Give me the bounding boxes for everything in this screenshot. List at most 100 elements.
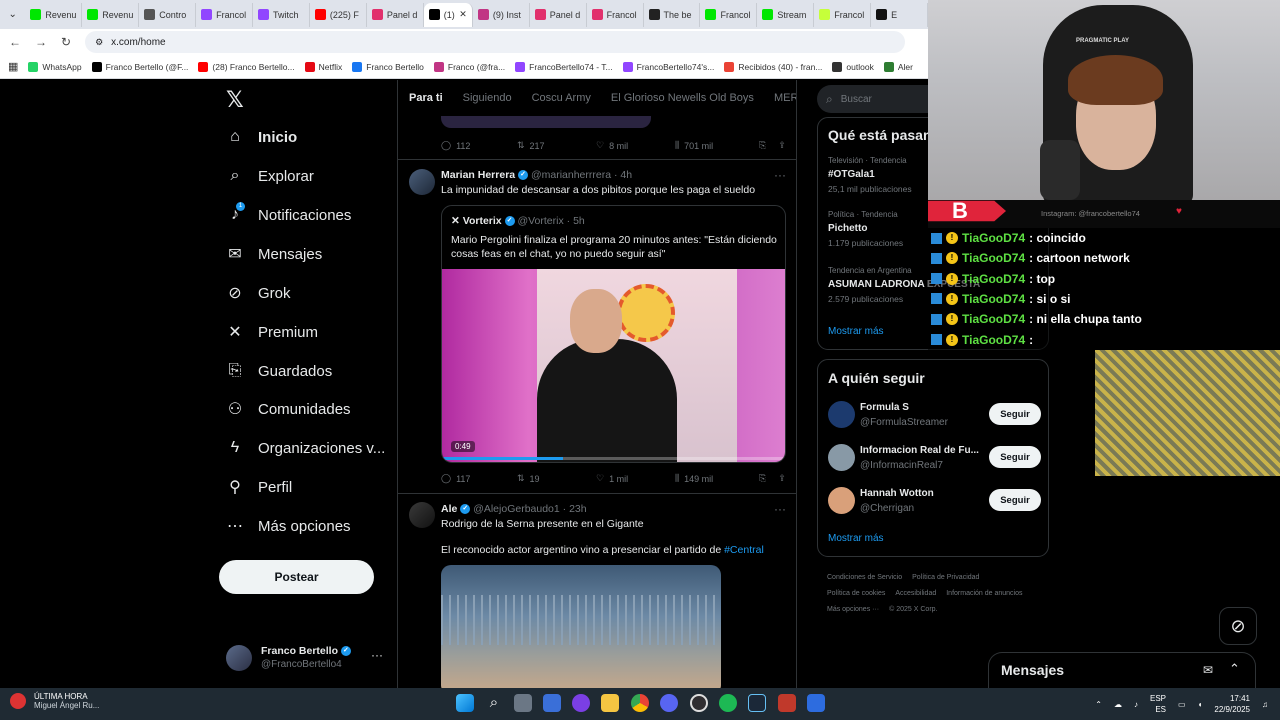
browser-tab[interactable]: Panel d (367, 2, 424, 27)
nav-item-inicio[interactable]: ⌂ Inicio (226, 128, 297, 146)
browser-tab[interactable]: Revenu (82, 2, 140, 27)
footer-link[interactable]: Condiciones de Servicio (827, 570, 902, 586)
network-icon[interactable]: ☁ (1114, 700, 1122, 709)
follow-suggestion[interactable]: Formula S @FormulaStreamer Seguir (828, 397, 1041, 433)
file-explorer-icon[interactable] (601, 694, 619, 712)
new-message-icon[interactable]: ✉ (1203, 663, 1213, 677)
site-info-icon[interactable]: ⚙ (95, 37, 103, 48)
more-icon[interactable]: ··· (371, 648, 383, 662)
bookmark-item[interactable]: Franco (@fra... (433, 61, 505, 72)
bookmark-item[interactable]: FrancoBertello74's... (622, 61, 714, 72)
app2-icon[interactable] (807, 694, 825, 712)
browser-tab[interactable]: Twitch (253, 2, 310, 27)
tweet-author[interactable]: Marian Herrera ✓ @marianherrrera · 4h (441, 169, 632, 181)
hashtag-link[interactable]: #Central (724, 544, 764, 556)
timeline-tab[interactable]: El Glorioso Newells Old Boys (611, 92, 754, 104)
obs-icon[interactable] (690, 694, 708, 712)
tab-search-chevron-icon[interactable]: ⌄ (0, 9, 25, 20)
trend-name[interactable]: #OTGala1 (828, 169, 875, 180)
views-button[interactable]: ⫼ 149 mil (675, 473, 759, 484)
bookmark-item[interactable]: Recibidos (40) - fran... (724, 61, 822, 72)
nav-item-comunidades[interactable]: ⚇ Comunidades (226, 400, 351, 419)
apps-grid-icon[interactable]: ▦ (8, 60, 18, 73)
language-indicator[interactable]: ESP ES (1150, 693, 1166, 715)
follow-suggestion[interactable]: Informacion Real de Fu... @InformacinReal… (828, 440, 1041, 476)
share-icon[interactable]: ⇪ (778, 473, 786, 484)
browser-tab[interactable]: (1) ✕ (423, 2, 473, 27)
footer-link[interactable]: Accesibilidad (895, 586, 936, 602)
collapse-icon[interactable]: ⌃ (1229, 661, 1240, 677)
trend-name[interactable]: Pichetto (828, 223, 867, 234)
tweet[interactable]: Ale ✓ @AlejoGerbaudo1 · 23h ··· Rodrigo … (398, 494, 796, 688)
nav-item-organizaciones-v[interactable]: ϟ Organizaciones v... (226, 439, 386, 457)
browser-tab[interactable]: Francol (700, 2, 758, 27)
like-button[interactable]: ♡ 8 mil (596, 140, 675, 151)
footer-link[interactable]: Información de anuncios (946, 586, 1022, 602)
bookmark-icon[interactable]: ⎘ (759, 140, 766, 151)
footer-link[interactable]: Política de cookies (827, 586, 885, 602)
x-logo-icon[interactable]: 𝕏 (226, 88, 244, 113)
back-icon[interactable]: ← (9, 35, 21, 49)
forward-icon[interactable]: → (35, 35, 47, 49)
search-icon[interactable]: ⌕ (485, 694, 503, 712)
follow-suggestion[interactable]: Hannah Wotton @Cherrigan Seguir (828, 483, 1041, 519)
browser-tab[interactable]: (9) Inst (473, 2, 530, 27)
follow-button[interactable]: Seguir (989, 446, 1041, 468)
footer-link[interactable]: Más opciones ··· (827, 602, 879, 618)
browser-tab[interactable]: Revenu (25, 2, 83, 27)
share-icon[interactable]: ⇪ (778, 140, 786, 151)
display-icon[interactable]: ▭ (1178, 700, 1186, 709)
avatar[interactable] (409, 169, 435, 195)
show-more-link[interactable]: Mostrar más (828, 533, 884, 544)
timeline-tab[interactable]: MERNC (774, 92, 796, 104)
messages-drawer[interactable]: Mensajes ✉ ⌃ (988, 652, 1256, 688)
volume-icon[interactable]: ◖ (1198, 700, 1203, 709)
news-widget[interactable]: ÚLTIMA HORA Miguel Ángel Ru... (10, 692, 99, 710)
bookmark-item[interactable]: Franco Bertello (@F... (91, 61, 188, 72)
post-button[interactable]: Postear (219, 560, 374, 594)
avatar[interactable] (828, 401, 855, 428)
follow-button[interactable]: Seguir (989, 403, 1041, 425)
nav-item-premium[interactable]: ✕ Premium (226, 323, 318, 342)
follow-button[interactable]: Seguir (989, 489, 1041, 511)
nav-item-explorar[interactable]: ⌕ Explorar (226, 167, 314, 185)
browser-tab[interactable]: E (871, 2, 928, 27)
repost-button[interactable]: ⇅ 19 (517, 473, 596, 484)
like-button[interactable]: ♡ 1 mil (596, 473, 675, 484)
bookmark-icon[interactable]: ⎘ (759, 473, 766, 484)
nav-item-notificaciones[interactable]: ♪ 1 Notificaciones (226, 202, 351, 224)
browser-tab[interactable]: Panel d (530, 2, 587, 27)
bookmark-item[interactable]: WhatsApp (28, 61, 82, 72)
nav-item-grok[interactable]: ⊘ Grok (226, 284, 290, 303)
more-icon[interactable]: ··· (774, 168, 786, 182)
quote-tweet[interactable]: ✕ Vorterix ✓ @Vorterix · 5h Mario Pergol… (441, 205, 786, 463)
footer-link[interactable]: Política de Privacidad (912, 570, 979, 586)
show-more-link[interactable]: Mostrar más (828, 326, 884, 337)
app-icon[interactable] (572, 694, 590, 712)
url-field[interactable]: ⚙ x.com/home (85, 31, 906, 53)
nav-item-m-s-opciones[interactable]: ⋯ Más opciones (226, 517, 351, 536)
browser-tab[interactable]: Francol (814, 2, 872, 27)
game-launcher-icon[interactable] (778, 694, 796, 712)
video-progress-bar[interactable] (442, 457, 785, 460)
account-switcher[interactable]: Franco Bertello ✓ @FrancoBertello4 ··· (226, 642, 386, 674)
chrome-icon[interactable] (631, 694, 649, 712)
browser-tab[interactable]: Contro (139, 2, 197, 27)
nav-item-guardados[interactable]: ⎘ Guardados (226, 362, 333, 380)
timeline-tab[interactable]: Siguiendo (463, 92, 512, 104)
mic-icon[interactable]: ♪ (1134, 700, 1138, 709)
avatar[interactable] (409, 502, 435, 528)
grok-floating-button[interactable]: ⊘ (1219, 607, 1257, 645)
notification-bell-icon[interactable]: ♫ (1262, 700, 1268, 709)
reply-button[interactable]: ◯ 112 (441, 140, 517, 151)
nav-item-mensajes[interactable]: ✉ Mensajes (226, 245, 322, 264)
bookmark-item[interactable]: FrancoBertello74 - T... (515, 61, 613, 72)
video-player[interactable]: 0:49 (442, 269, 785, 462)
bookmark-item[interactable]: Netflix (304, 61, 342, 72)
more-icon[interactable]: ··· (774, 502, 786, 516)
bookmark-item[interactable]: Aler (883, 61, 913, 72)
tweet-photo[interactable] (441, 565, 721, 688)
browser-tab[interactable]: Francol (587, 2, 644, 27)
tray-chevron-icon[interactable]: ⌃ (1095, 700, 1102, 709)
bookmark-item[interactable]: Franco Bertello (352, 61, 424, 72)
